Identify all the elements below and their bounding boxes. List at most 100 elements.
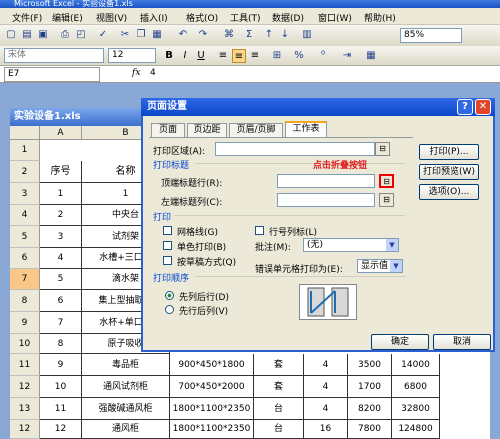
comments-select[interactable]: (无) ▼ (303, 238, 399, 252)
row-header[interactable]: 11 (10, 354, 40, 376)
tab-margins[interactable]: 页边距 (187, 123, 227, 137)
table-cell[interactable]: 6800 (392, 376, 440, 398)
row-header[interactable]: 1 (10, 140, 40, 161)
menu-data[interactable]: 数据(D) (272, 11, 304, 24)
gridlines-checkbox[interactable] (163, 226, 172, 235)
help-icon[interactable]: ? (457, 99, 473, 115)
menu-view[interactable]: 视图(V) (96, 11, 127, 24)
menu-format[interactable]: 格式(O) (186, 11, 218, 24)
spelling-icon[interactable]: ✓ (96, 28, 110, 42)
undo-icon[interactable]: ↶ (176, 28, 190, 42)
errors-select[interactable]: 显示值 ▼ (357, 259, 403, 273)
menu-insert[interactable]: 插入(I) (140, 11, 168, 24)
row-header-selected[interactable]: 7 (10, 269, 40, 290)
table-cell[interactable]: 9 (40, 354, 82, 376)
table-cell[interactable]: 5 (40, 269, 82, 290)
table-cell[interactable]: 强酸碱通风柜 (82, 398, 170, 420)
table-cell[interactable]: 3500 (348, 354, 392, 376)
table-cell[interactable]: 6 (40, 290, 82, 312)
bold-icon[interactable]: B (162, 49, 176, 63)
name-box[interactable]: E7 (4, 67, 100, 82)
table-cell[interactable]: 3 (40, 226, 82, 248)
table-cell[interactable]: 8 (40, 334, 82, 354)
draft-checkbox[interactable] (163, 256, 172, 265)
table-cell[interactable]: 台 (254, 398, 304, 420)
row-header[interactable]: 12 (10, 376, 40, 398)
table-cell[interactable]: 10 (40, 376, 82, 398)
table-cell[interactable]: 1800*1100*2350 (170, 420, 254, 439)
percent-icon[interactable]: % (292, 49, 306, 63)
table-cell[interactable]: 7800 (348, 420, 392, 439)
save-icon[interactable]: ▣ (36, 28, 50, 42)
options-button[interactable]: 选项(O)... (419, 184, 479, 200)
table-cell[interactable]: 4 (304, 376, 348, 398)
print-area-input[interactable] (215, 142, 375, 156)
table-cell[interactable]: 通风试剂柜 (82, 376, 170, 398)
autosum-icon[interactable]: Σ (242, 28, 256, 42)
chart-icon[interactable]: ▥ (300, 28, 314, 42)
select-all-corner[interactable] (10, 126, 40, 140)
row-header[interactable]: 6 (10, 248, 40, 269)
table-cell[interactable]: 900*450*1800 (170, 354, 254, 376)
table-cell[interactable]: 4 (40, 248, 82, 269)
row-header[interactable]: 4 (10, 205, 40, 226)
align-left-icon[interactable]: ≡ (216, 49, 230, 63)
row-header[interactable]: 5 (10, 226, 40, 248)
table-cell[interactable]: 12 (40, 420, 82, 439)
sort-asc-icon[interactable]: ↑ (262, 28, 276, 42)
row-header[interactable]: 3 (10, 183, 40, 205)
italic-icon[interactable]: I (178, 49, 192, 63)
menu-file[interactable]: 文件(F) (12, 11, 42, 24)
table-cell[interactable]: 8200 (348, 398, 392, 420)
tab-header-footer[interactable]: 页眉/页脚 (229, 123, 283, 137)
row-header[interactable]: 8 (10, 290, 40, 312)
print-button[interactable]: 打印(P)... (419, 144, 479, 160)
font-select[interactable]: 宋体 (4, 48, 104, 63)
open-icon[interactable]: ▤ (20, 28, 34, 42)
font-size-select[interactable]: 12 (108, 48, 156, 63)
row-header[interactable]: 2 (10, 161, 40, 183)
table-cell[interactable]: 16 (304, 420, 348, 439)
tab-sheet[interactable]: 工作表 (285, 121, 327, 137)
column-header-a[interactable]: A (40, 126, 82, 140)
table-cell[interactable]: 32800 (392, 398, 440, 420)
formula-value[interactable]: 4 (150, 68, 156, 78)
row-header[interactable]: 12 (10, 420, 40, 439)
underline-icon[interactable]: U (194, 49, 208, 63)
paste-icon[interactable]: ▦ (150, 28, 164, 42)
menu-tools[interactable]: 工具(T) (230, 11, 261, 24)
row-col-headings-checkbox[interactable] (255, 226, 264, 235)
rows-repeat-collapse-button[interactable]: ⊟ (379, 174, 394, 188)
align-center-icon[interactable]: ≡ (232, 49, 246, 63)
new-icon[interactable]: ▢ (4, 28, 18, 42)
row-header[interactable]: 9 (10, 312, 40, 334)
print-preview-button[interactable]: 打印预览(W) (419, 164, 479, 180)
row-header[interactable]: 13 (10, 398, 40, 420)
table-cell[interactable]: 台 (254, 420, 304, 439)
table-cell[interactable]: 4 (304, 398, 348, 420)
row-header[interactable]: 10 (10, 334, 40, 354)
cols-repeat-collapse-button[interactable]: ⊟ (379, 193, 394, 207)
table-cell[interactable]: 毒品柜 (82, 354, 170, 376)
copy-icon[interactable]: ❐ (134, 28, 148, 42)
merge-icon[interactable]: ⊞ (270, 49, 284, 63)
menu-help[interactable]: 帮助(H) (364, 11, 396, 24)
table-cell[interactable]: 11 (40, 398, 82, 420)
header-cell[interactable]: 序号 (40, 161, 82, 183)
table-cell[interactable]: 700*450*2000 (170, 376, 254, 398)
hyperlink-icon[interactable]: ⌘ (222, 28, 236, 42)
table-cell[interactable]: 通风柜 (82, 420, 170, 439)
table-cell[interactable]: 14000 (392, 354, 440, 376)
table-cell[interactable]: 1700 (348, 376, 392, 398)
down-then-over-radio[interactable] (165, 291, 174, 300)
zoom-select[interactable]: 85% (400, 28, 462, 43)
fx-icon[interactable]: fx (132, 68, 140, 78)
align-right-icon[interactable]: ≡ (248, 49, 262, 63)
table-cell[interactable]: 套 (254, 376, 304, 398)
table-cell[interactable]: 1 (40, 183, 82, 205)
print-preview-icon[interactable]: ◰ (74, 28, 88, 42)
tab-page[interactable]: 页面 (151, 123, 185, 137)
table-cell[interactable]: 124800 (392, 420, 440, 439)
table-cell[interactable]: 7 (40, 312, 82, 334)
table-cell[interactable]: 1800*1100*2350 (170, 398, 254, 420)
